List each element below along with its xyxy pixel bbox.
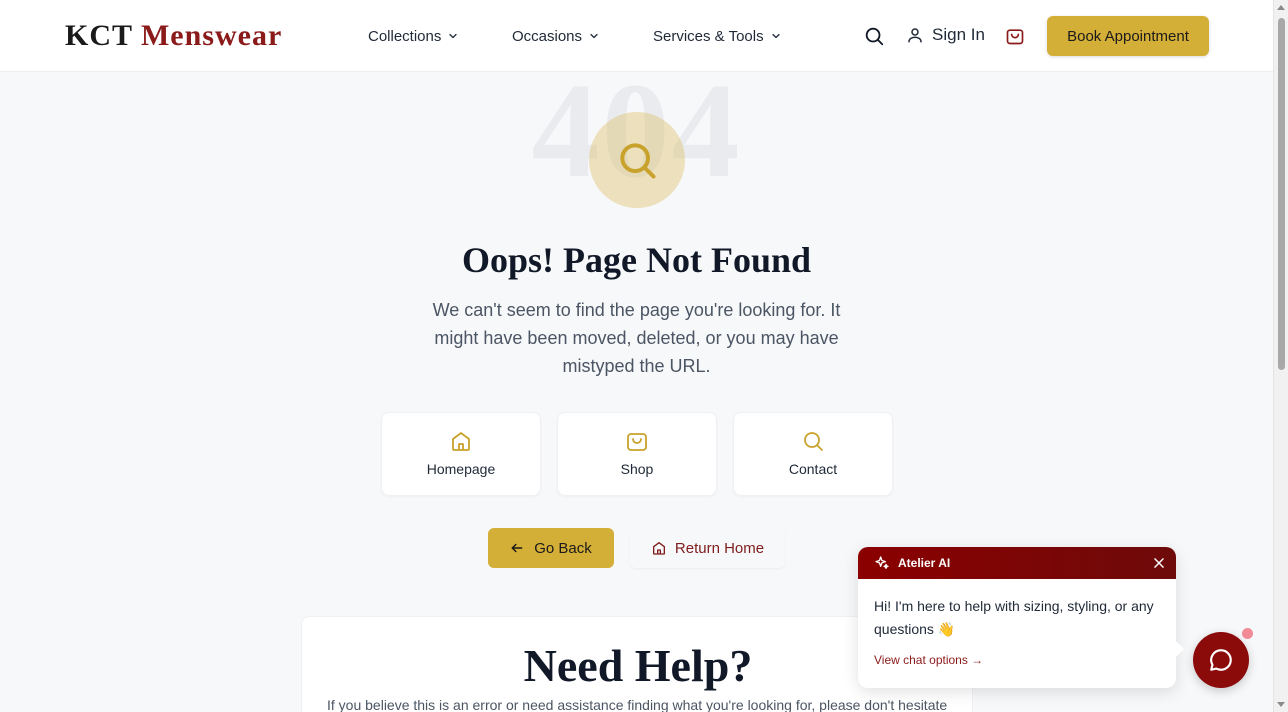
need-help-text: If you believe this is an error or need … bbox=[327, 697, 948, 712]
book-appointment-button[interactable]: Book Appointment bbox=[1047, 16, 1209, 56]
quick-link-contact[interactable]: Contact bbox=[733, 412, 893, 496]
chat-title: Atelier AI bbox=[898, 556, 951, 570]
home-icon bbox=[452, 432, 470, 451]
logo-kct: KCT bbox=[65, 19, 133, 52]
page-title: Oops! Page Not Found bbox=[461, 240, 812, 280]
notification-dot bbox=[1242, 628, 1253, 639]
sign-in-label: Sign In bbox=[932, 25, 985, 44]
error-description: We can't seem to find the page you're lo… bbox=[432, 300, 841, 376]
quick-link-label: Contact bbox=[788, 461, 838, 477]
nav-services-tools[interactable]: Services & Tools bbox=[653, 26, 782, 46]
page-scrollbar[interactable] bbox=[1273, 0, 1288, 712]
go-back-button[interactable]: Go Back bbox=[488, 528, 614, 568]
chevron-down-icon bbox=[771, 33, 780, 39]
arrow-left-icon bbox=[511, 543, 523, 553]
quick-link-shop[interactable]: Shop bbox=[557, 412, 717, 496]
search-icon bbox=[804, 432, 823, 451]
logo-menswear: Menswear bbox=[140, 19, 283, 52]
search-icon bbox=[620, 143, 656, 179]
chat-message: Hi! I'm here to help with sizing, stylin… bbox=[874, 598, 1154, 637]
cart-icon[interactable] bbox=[1005, 25, 1025, 52]
search-icon[interactable] bbox=[863, 25, 885, 52]
go-back-label: Go Back bbox=[534, 539, 592, 557]
scroll-down-arrow[interactable] bbox=[1277, 702, 1285, 707]
nav-occasions-label: Occasions bbox=[512, 27, 583, 45]
shopping-bag-icon bbox=[627, 433, 647, 451]
chat-options-link[interactable]: View chat options → bbox=[874, 653, 983, 667]
nav-occasions[interactable]: Occasions bbox=[512, 26, 600, 46]
chevron-down-icon bbox=[449, 33, 457, 39]
scroll-up-arrow[interactable] bbox=[1277, 5, 1285, 10]
nav-services-label: Services & Tools bbox=[653, 27, 764, 45]
home-icon bbox=[652, 542, 665, 555]
sign-in-link[interactable]: Sign In bbox=[906, 25, 985, 45]
site-logo[interactable]: KCT Menswear bbox=[65, 18, 282, 54]
chat-header: Atelier AI bbox=[858, 547, 1176, 579]
chevron-down-icon bbox=[590, 33, 598, 39]
nav-collections[interactable]: Collections bbox=[368, 26, 459, 46]
nav-collections-label: Collections bbox=[368, 27, 442, 45]
chat-launcher-button[interactable] bbox=[1193, 632, 1249, 688]
error-search-badge bbox=[589, 112, 685, 208]
sparkles-icon bbox=[875, 556, 889, 569]
quick-link-homepage[interactable]: Homepage bbox=[381, 412, 541, 496]
return-home-label: Return Home bbox=[674, 539, 765, 557]
quick-link-label: Homepage bbox=[426, 461, 496, 477]
close-icon[interactable] bbox=[1152, 556, 1166, 570]
chat-popup-tail bbox=[1176, 641, 1184, 657]
return-home-button[interactable]: Return Home bbox=[630, 528, 785, 568]
chat-popup: Atelier AI Hi! I'm here to help with siz… bbox=[858, 547, 1176, 688]
chat-bubble-icon bbox=[1210, 649, 1232, 671]
scroll-thumb[interactable] bbox=[1278, 18, 1285, 370]
quick-link-label: Shop bbox=[620, 461, 654, 477]
user-icon bbox=[908, 28, 922, 43]
